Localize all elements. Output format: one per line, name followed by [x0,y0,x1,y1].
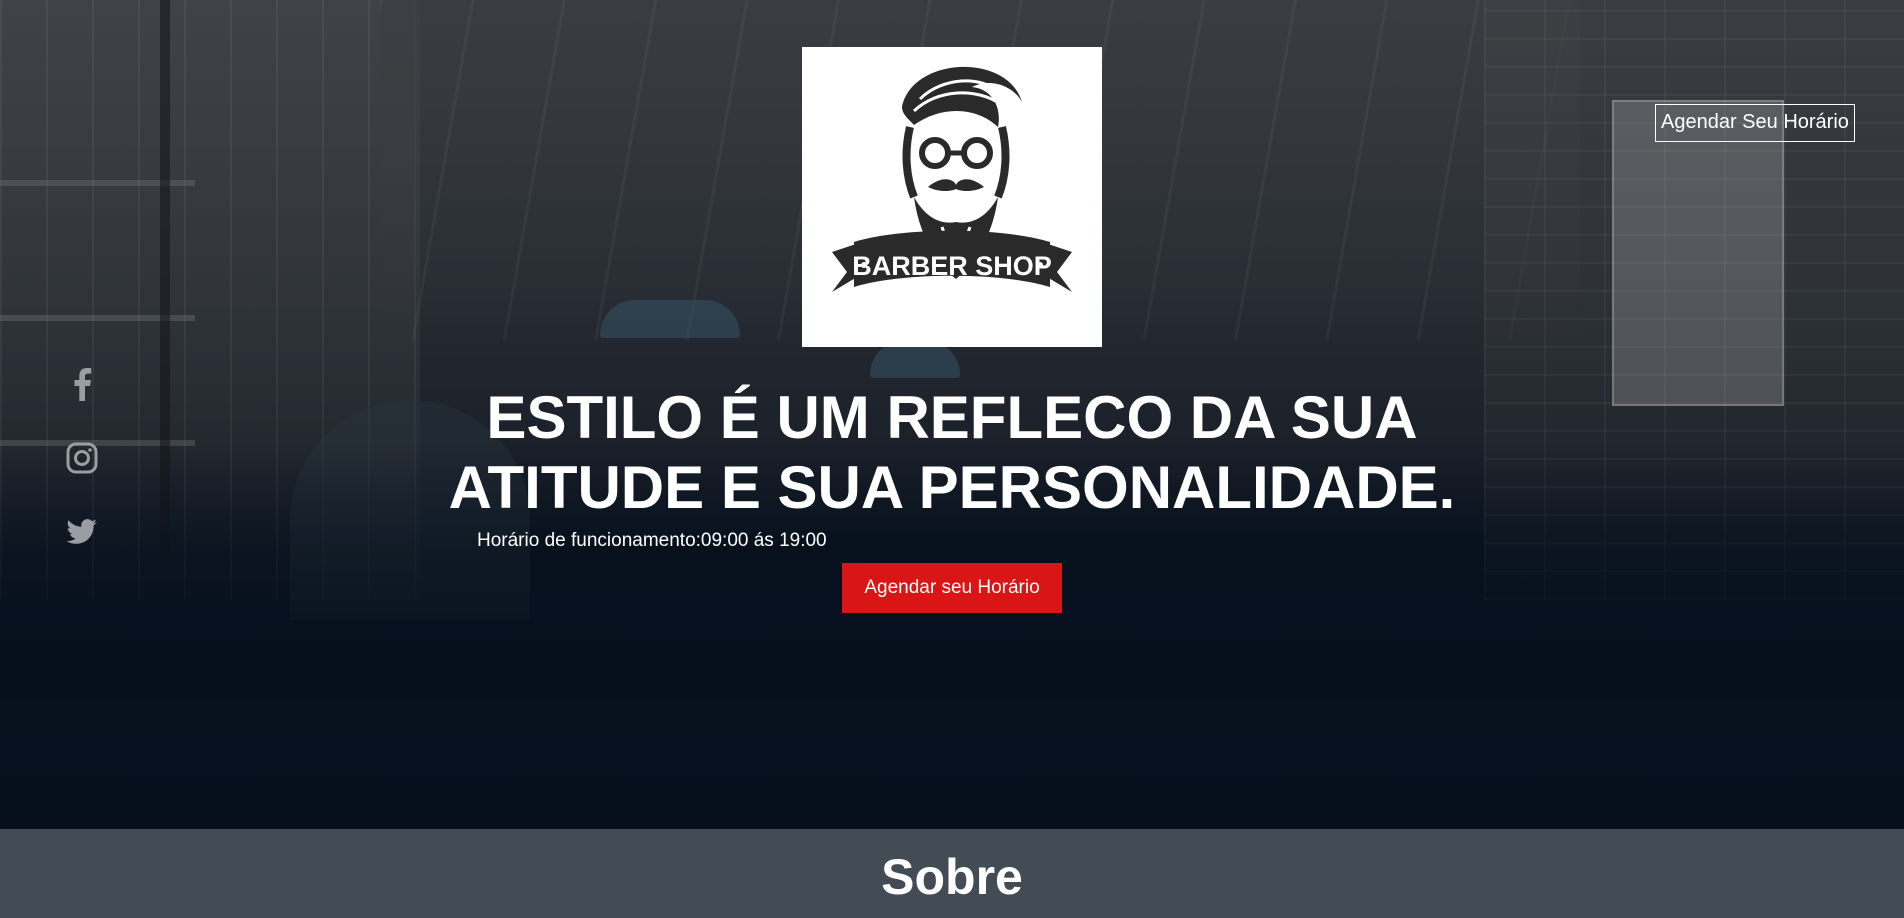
facebook-icon[interactable] [64,366,100,402]
headline-line-2: ATITUDE E SUA PERSONALIDADE. [448,454,1456,521]
instagram-icon[interactable] [64,440,100,476]
schedule-button[interactable]: Agendar seu Horário [842,563,1062,613]
about-section: Sobre [0,829,1904,918]
background-lamp [600,300,740,338]
opening-hours: Horário de funcionamento:09:00 ás 19:00 [477,530,827,551]
hero-section: BARBER SHOP Agendar Seu Horário ESTILO É… [0,0,1904,829]
headline-line-1: ESTILO É UM REFLECO DA SUA [486,384,1418,451]
background-wall-sign [1612,100,1784,406]
barber-shop-logo[interactable]: BARBER SHOP [802,47,1102,347]
barber-logo-graphic: BARBER SHOP [832,66,1072,292]
hero-headline: ESTILO É UM REFLECO DA SUA ATITUDE E SUA… [340,383,1564,523]
twitter-icon[interactable] [64,514,100,550]
schedule-header-button[interactable]: Agendar Seu Horário [1655,104,1855,142]
social-links [64,366,100,588]
logo-text: BARBER SHOP [852,251,1052,281]
about-title: Sobre [881,849,1023,905]
